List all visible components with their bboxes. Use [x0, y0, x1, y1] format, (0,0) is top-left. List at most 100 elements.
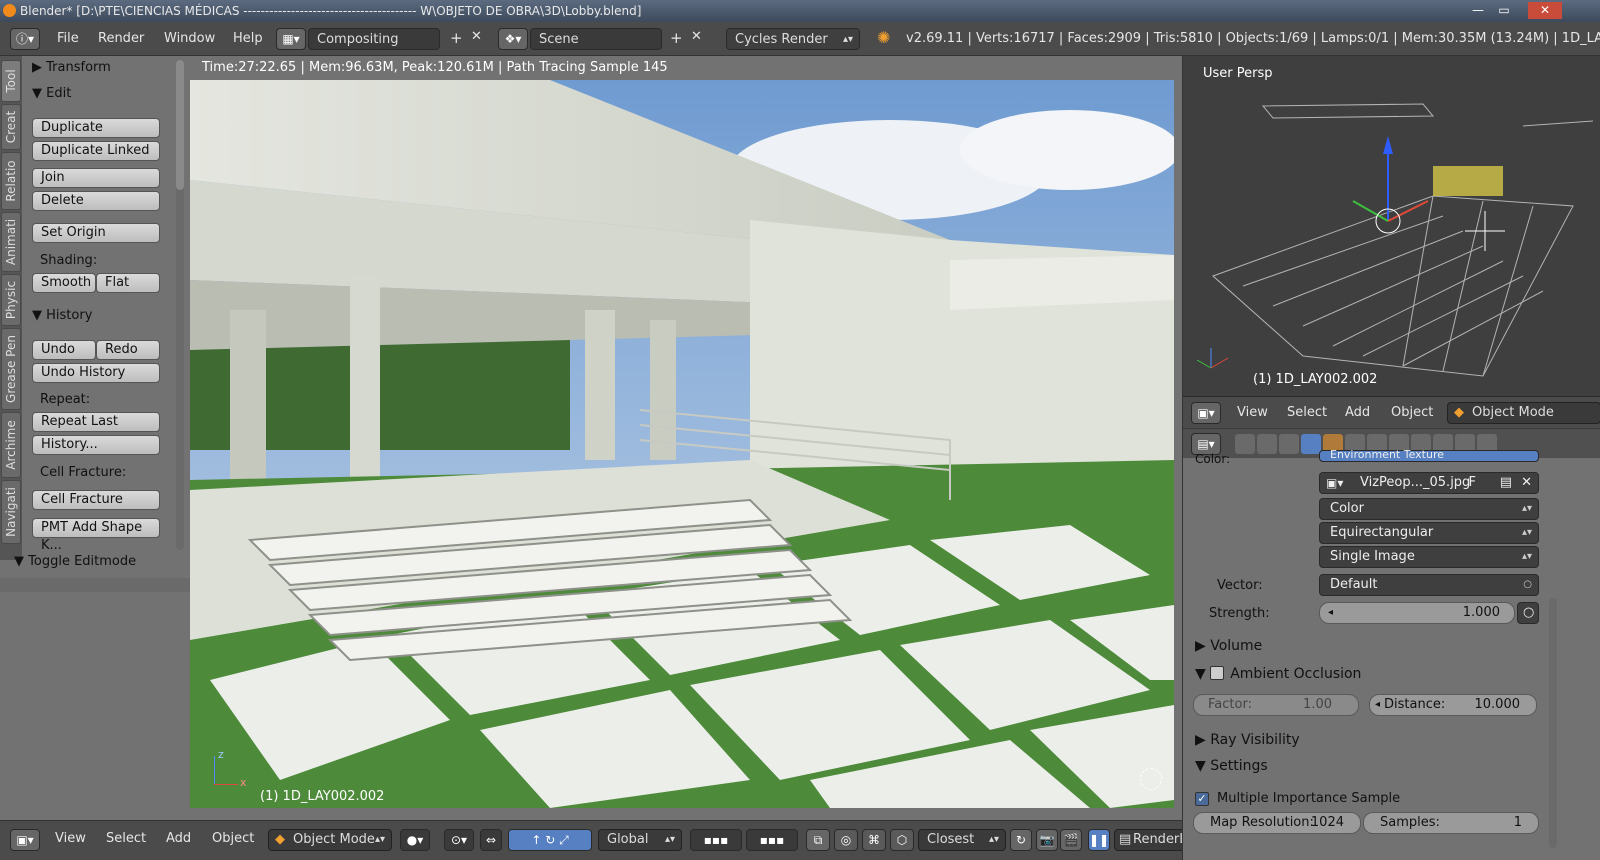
world-tab-icon[interactable]: [1301, 434, 1321, 454]
ao-factor-field[interactable]: Factor: 1.00: [1193, 694, 1359, 716]
menu-view[interactable]: View: [55, 831, 86, 846]
set-origin-button[interactable]: Set Origin: [32, 223, 160, 243]
menu-file[interactable]: File: [57, 31, 79, 46]
projection-dropdown[interactable]: Equirectangular ▴▾: [1319, 522, 1539, 544]
add-scene-icon[interactable]: +: [670, 29, 683, 47]
pause-render-icon[interactable]: ❚❚: [1088, 829, 1110, 851]
panel-transform[interactable]: ▶ Transform: [32, 60, 111, 75]
menu-render[interactable]: Render: [98, 31, 144, 46]
scrollbar-thumb[interactable]: [176, 60, 184, 190]
mini-menu-select[interactable]: Select: [1287, 405, 1327, 420]
color-space-dropdown[interactable]: Color ▴▾: [1319, 498, 1539, 520]
repeat-last-button[interactable]: Repeat Last: [32, 412, 160, 432]
render-animation-icon[interactable]: 🎬: [1060, 829, 1082, 851]
mis-checkbox[interactable]: ✓: [1195, 792, 1209, 806]
shading-mode-icon[interactable]: ●▾: [400, 829, 430, 851]
undo-history-button[interactable]: Undo History: [32, 363, 160, 383]
proportional-edit-icon[interactable]: ◎: [834, 829, 858, 851]
menu-select[interactable]: Select: [106, 831, 146, 846]
info-editor-icon[interactable]: ⓘ▾: [10, 28, 40, 50]
history-button[interactable]: History...: [32, 435, 160, 455]
transform-orientation-dropdown[interactable]: Global ▴▾: [598, 829, 682, 851]
render-viewport[interactable]: Time:27:22.65 | Mem:96.63M, Peak:120.61M…: [190, 56, 1182, 820]
render-layers-tab-icon[interactable]: [1257, 434, 1277, 454]
strength-socket-icon[interactable]: ○: [1517, 602, 1539, 624]
mini-menu-view[interactable]: View: [1237, 405, 1268, 420]
decrement-icon[interactable]: ◂: [1328, 603, 1333, 623]
maximize-button[interactable]: ▭: [1492, 2, 1516, 19]
transform-manipulators-icon[interactable]: ↑ ↻ ⤢: [508, 829, 592, 851]
tab-grease-pencil[interactable]: Grease Pen: [1, 328, 21, 410]
ambient-occlusion-panel[interactable]: ▼ Ambient Occlusion: [1195, 664, 1361, 682]
mini-menu-object[interactable]: Object: [1391, 405, 1433, 420]
editor-type-icon[interactable]: ▣▾: [10, 829, 40, 851]
image-source-dropdown[interactable]: Single Image ▴▾: [1319, 546, 1539, 568]
toolshelf-scrollbar[interactable]: [176, 60, 184, 550]
screen-layout-field[interactable]: Compositing: [308, 28, 440, 50]
tab-tool[interactable]: Tool: [1, 60, 21, 102]
delete-button[interactable]: Delete: [32, 191, 160, 211]
mini-menu-add[interactable]: Add: [1345, 405, 1370, 420]
render-tab-icon[interactable]: [1235, 434, 1255, 454]
tab-animation[interactable]: Animati: [1, 212, 21, 272]
pmt-add-shape-button[interactable]: PMT Add Shape K...: [32, 518, 160, 553]
decrement-icon[interactable]: ◂: [1375, 695, 1380, 715]
remove-layout-icon[interactable]: ✕: [471, 29, 482, 44]
toggle-editmode-panel[interactable]: ▼ Toggle Editmode: [14, 554, 136, 569]
ao-distance-field[interactable]: ◂ Distance: 10.000: [1369, 694, 1537, 716]
scene-tab-icon[interactable]: [1279, 434, 1299, 454]
panel-history[interactable]: ▼ History: [32, 308, 92, 323]
menu-window[interactable]: Window: [164, 31, 215, 46]
snap-align-icon[interactable]: ↻: [1010, 829, 1032, 851]
render-layer-dropdown[interactable]: ▤ RenderL: [1114, 829, 1190, 851]
render-image-icon[interactable]: 📷: [1036, 829, 1058, 851]
scene-field[interactable]: Scene: [530, 28, 662, 50]
layers-grid-1[interactable]: ▪▪▪: [690, 829, 742, 851]
tab-archimesh[interactable]: Archime: [1, 412, 21, 478]
environment-texture-node[interactable]: Environment Texture: [1319, 449, 1539, 462]
smooth-button[interactable]: Smooth: [32, 273, 96, 293]
tab-create[interactable]: Creat: [1, 104, 21, 150]
properties-scrollbar[interactable]: [1549, 598, 1557, 848]
redo-button[interactable]: Redo: [96, 340, 160, 360]
minimize-button[interactable]: —: [1466, 2, 1490, 19]
screen-layout-icon[interactable]: ▦▾: [276, 28, 306, 50]
duplicate-button[interactable]: Duplicate: [32, 118, 160, 138]
render-engine-dropdown[interactable]: Cycles Render ▴▾: [726, 28, 860, 50]
map-resolution-field[interactable]: Map Resolution: 1024: [1193, 812, 1361, 834]
manipulator-toggle-icon[interactable]: ⇔: [480, 829, 502, 851]
open-image-icon[interactable]: ▤: [1500, 473, 1512, 493]
pivot-point-icon[interactable]: ⊙▾: [444, 829, 474, 851]
close-window-button[interactable]: ✕: [1528, 2, 1562, 19]
tab-physics[interactable]: Physic: [1, 274, 21, 326]
vector-input-dropdown[interactable]: Default ○: [1319, 574, 1539, 596]
add-layout-icon[interactable]: +: [450, 29, 463, 47]
settings-panel[interactable]: ▼ Settings: [1195, 758, 1268, 774]
menu-help[interactable]: Help: [233, 31, 263, 46]
layers-grid-2[interactable]: ▪▪▪: [746, 829, 798, 851]
object-mode-dropdown[interactable]: ◆ Object Mode ▴▾: [268, 829, 392, 851]
remove-scene-icon[interactable]: ✕: [691, 29, 702, 44]
ray-visibility-panel[interactable]: ▶ Ray Visibility: [1195, 732, 1300, 748]
menu-object[interactable]: Object: [212, 831, 254, 846]
rendered-scene[interactable]: .: [190, 80, 1174, 808]
duplicate-linked-button[interactable]: Duplicate Linked: [32, 141, 160, 161]
strength-field[interactable]: ◂ 1.000: [1319, 602, 1515, 624]
tab-navigation[interactable]: Navigati: [1, 480, 21, 544]
mini-object-mode-dropdown[interactable]: ◆ Object Mode: [1447, 402, 1600, 424]
image-selector[interactable]: ▣▾ VizPeop..._05.jpg F ▤ ✕: [1319, 472, 1539, 494]
unlink-image-icon[interactable]: ✕: [1521, 473, 1532, 493]
ambient-occlusion-checkbox[interactable]: [1210, 666, 1225, 680]
snap-target-dropdown[interactable]: Closest ▴▾: [918, 829, 1006, 851]
volume-panel[interactable]: ▶ Volume: [1195, 638, 1262, 654]
cell-fracture-button[interactable]: Cell Fracture: [32, 490, 160, 510]
scene-icon[interactable]: ❖▾: [498, 28, 528, 50]
samples-field[interactable]: Samples: 1: [1363, 812, 1539, 834]
panel-edit[interactable]: ▼ Edit: [32, 86, 71, 101]
flat-button[interactable]: Flat: [96, 273, 160, 293]
lock-layers-icon[interactable]: ⧉: [806, 829, 830, 851]
snap-toggle-icon[interactable]: ⌘: [862, 829, 886, 851]
mini-editor-type-icon[interactable]: ▣▾: [1191, 402, 1221, 424]
fake-user-toggle[interactable]: F: [1469, 473, 1476, 493]
menu-add[interactable]: Add: [166, 831, 191, 846]
